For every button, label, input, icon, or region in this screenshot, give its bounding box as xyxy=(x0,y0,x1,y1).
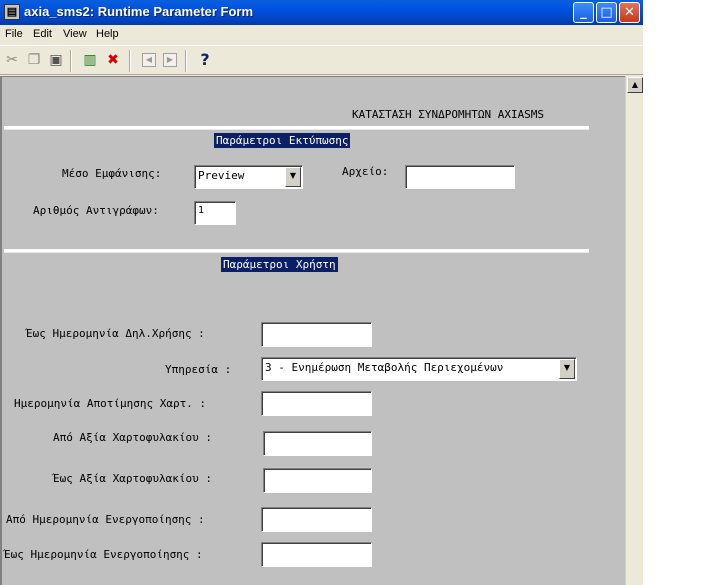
toolbar: ✂ ❐ ▣ ▥ ✖ ◀ ▶ ? xyxy=(0,45,643,75)
toolbar-separator xyxy=(70,50,72,72)
copies-field[interactable]: 1 xyxy=(194,201,236,225)
valuation-date-label: Ημερομηνία Αποτίμησης Χαρτ. : xyxy=(14,397,207,410)
activation-date-to-field[interactable] xyxy=(261,542,372,567)
window-title: axia_sms2: Runtime Parameter Form xyxy=(24,4,254,19)
usage-end-date-label: Έως Ημερομηνία Δηλ.Χρήσης : xyxy=(26,327,205,340)
user-parameters-title: Παράμετροι Χρήστη xyxy=(221,257,338,272)
minimize-button[interactable]: _ xyxy=(573,2,594,23)
menu-file[interactable]: File xyxy=(5,28,23,40)
portfolio-value-from-field[interactable] xyxy=(263,431,372,456)
menu-edit[interactable]: Edit xyxy=(33,28,52,40)
service-label: Υπηρεσία : xyxy=(165,363,232,376)
run-report-icon[interactable]: ▥ xyxy=(81,51,99,69)
menu-view-label: View xyxy=(63,28,87,40)
destination-value: Preview xyxy=(198,169,245,182)
paste-icon[interactable]: ▣ xyxy=(47,51,65,69)
report-title: ΚΑΤΑΣΤΑΣΗ ΣΥΝΔΡΟΜΗΤΩΝ AXIASMS xyxy=(352,108,545,121)
divider xyxy=(4,249,589,253)
service-value: 3 - Ενημέρωση Μεταβολής Περιεχομένων xyxy=(265,361,504,374)
vertical-scrollbar[interactable]: ▲ xyxy=(625,76,643,585)
destination-select[interactable]: Preview ▼ xyxy=(194,165,303,189)
portfolio-value-to-field[interactable] xyxy=(263,468,372,493)
menu-edit-label: Edit xyxy=(33,28,52,40)
activation-date-from-label: Από Ημερομηνία Ενεργοποίησης : xyxy=(6,513,205,526)
valuation-date-field[interactable] xyxy=(261,391,372,416)
help-icon[interactable]: ? xyxy=(196,51,214,69)
parameter-form: ΚΑΤΑΣΤΑΣΗ ΣΥΝΔΡΟΜΗΤΩΝ AXIASMS Παράμετροι… xyxy=(0,76,625,585)
menu-view[interactable]: View xyxy=(63,28,87,40)
cancel-icon[interactable]: ✖ xyxy=(104,51,122,69)
usage-end-date-field[interactable] xyxy=(261,322,372,347)
print-parameters-title: Παράμετροι Εκτύπωσης xyxy=(214,133,351,148)
maximize-button[interactable]: □ xyxy=(596,2,617,23)
destination-label: Μέσο Εμφάνισης: xyxy=(62,167,162,180)
menu-help[interactable]: Help xyxy=(96,28,119,40)
file-label: Αρχείο: xyxy=(342,165,389,178)
close-button[interactable]: ✕ xyxy=(619,2,640,23)
copy-icon[interactable]: ❐ xyxy=(25,51,43,69)
app-window: ▤ axia_sms2: Runtime Parameter Form _ □ … xyxy=(0,0,643,585)
copies-label: Αριθμός Αντιγράφων: xyxy=(33,204,159,217)
divider xyxy=(4,126,589,130)
cut-icon[interactable]: ✂ xyxy=(3,51,21,69)
portfolio-value-from-label: Από Αξία Χαρτοφυλακίου : xyxy=(53,431,212,444)
title-bar[interactable]: ▤ axia_sms2: Runtime Parameter Form _ □ … xyxy=(0,0,643,25)
toolbar-separator xyxy=(185,50,187,72)
scroll-up-arrow-icon[interactable]: ▲ xyxy=(627,77,643,93)
menu-file-label: File xyxy=(5,28,23,40)
portfolio-value-to-label: Έως Αξία Χαρτοφυλακίου : xyxy=(53,472,212,485)
file-field[interactable] xyxy=(405,165,515,189)
app-icon: ▤ xyxy=(4,4,20,20)
menu-bar: File Edit View Help xyxy=(0,25,643,44)
activation-date-to-label: Έως Ημερομηνία Ενεργοποίησης : xyxy=(4,548,203,561)
previous-page-icon[interactable]: ◀ xyxy=(142,53,156,67)
menu-help-label: Help xyxy=(96,28,119,40)
service-select[interactable]: 3 - Ενημέρωση Μεταβολής Περιεχομένων ▼ xyxy=(261,357,577,381)
next-page-icon[interactable]: ▶ xyxy=(163,53,177,67)
toolbar-separator xyxy=(129,50,131,72)
chevron-down-icon[interactable]: ▼ xyxy=(559,359,575,379)
chevron-down-icon[interactable]: ▼ xyxy=(285,167,301,187)
activation-date-from-field[interactable] xyxy=(261,507,372,532)
